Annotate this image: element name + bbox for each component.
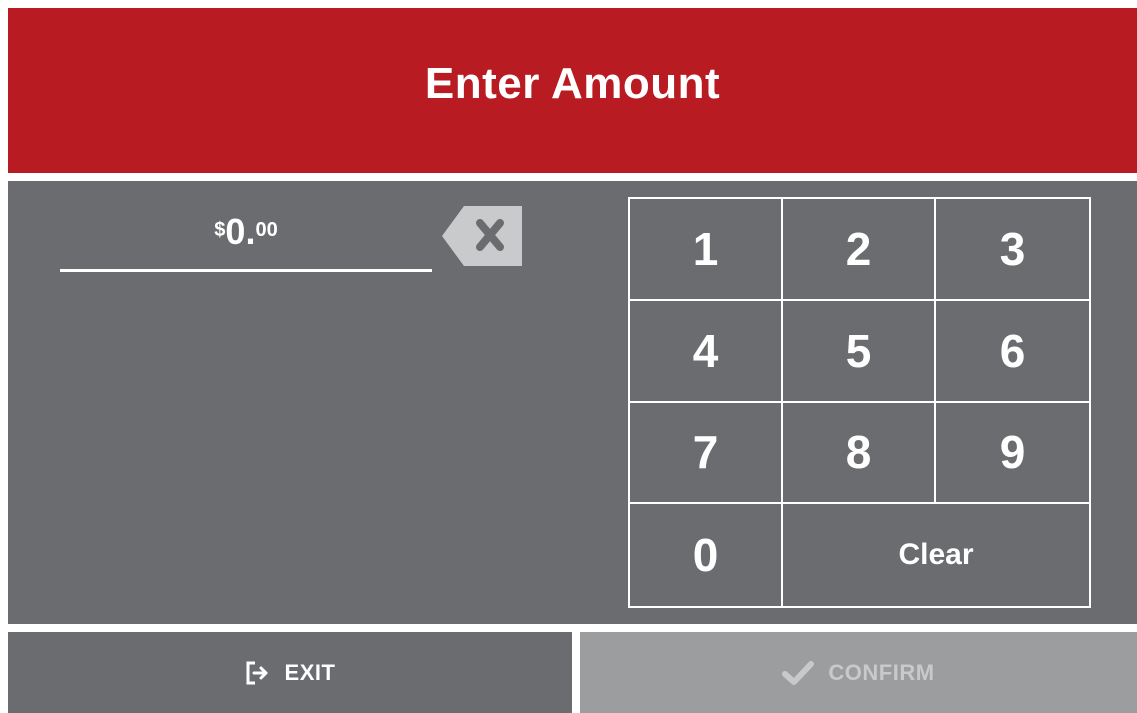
page-title: Enter Amount xyxy=(424,58,721,108)
key-9[interactable]: 9 xyxy=(936,403,1089,505)
exit-icon xyxy=(245,660,271,686)
exit-button[interactable]: EXIT xyxy=(8,632,572,713)
key-7[interactable]: 7 xyxy=(630,402,783,505)
key-6[interactable]: 6 xyxy=(936,301,1089,403)
confirm-button[interactable]: CONFIRM xyxy=(580,632,1137,713)
confirm-label: CONFIRM xyxy=(828,659,935,685)
key-4[interactable]: 4 xyxy=(630,300,783,403)
exit-label: EXIT xyxy=(284,659,336,685)
backspace-icon xyxy=(442,206,522,266)
footer-bar: EXIT CONFIRM xyxy=(8,632,1137,713)
key-0[interactable]: 0 xyxy=(630,504,783,606)
backspace-button[interactable] xyxy=(442,206,522,266)
amount-cents: 00 xyxy=(255,219,278,241)
numeric-keypad: 1 2 3 4 5 6 7 8 9 0 Clear xyxy=(628,197,1091,608)
amount-entry-panel: $0.00 1 2 3 4 5 6 7 8 9 0 Clear xyxy=(8,181,1137,624)
check-icon xyxy=(782,660,815,686)
currency-symbol: $ xyxy=(214,219,226,241)
key-5[interactable]: 5 xyxy=(783,300,936,403)
header-bar: Enter Amount xyxy=(8,8,1137,173)
amount-whole: 0. xyxy=(225,211,256,252)
key-1[interactable]: 1 xyxy=(630,199,783,301)
key-8[interactable]: 8 xyxy=(783,402,936,505)
key-2[interactable]: 2 xyxy=(783,199,936,301)
amount-display: $0.00 xyxy=(60,211,432,272)
key-3[interactable]: 3 xyxy=(936,199,1089,301)
clear-button[interactable]: Clear xyxy=(783,504,1089,606)
